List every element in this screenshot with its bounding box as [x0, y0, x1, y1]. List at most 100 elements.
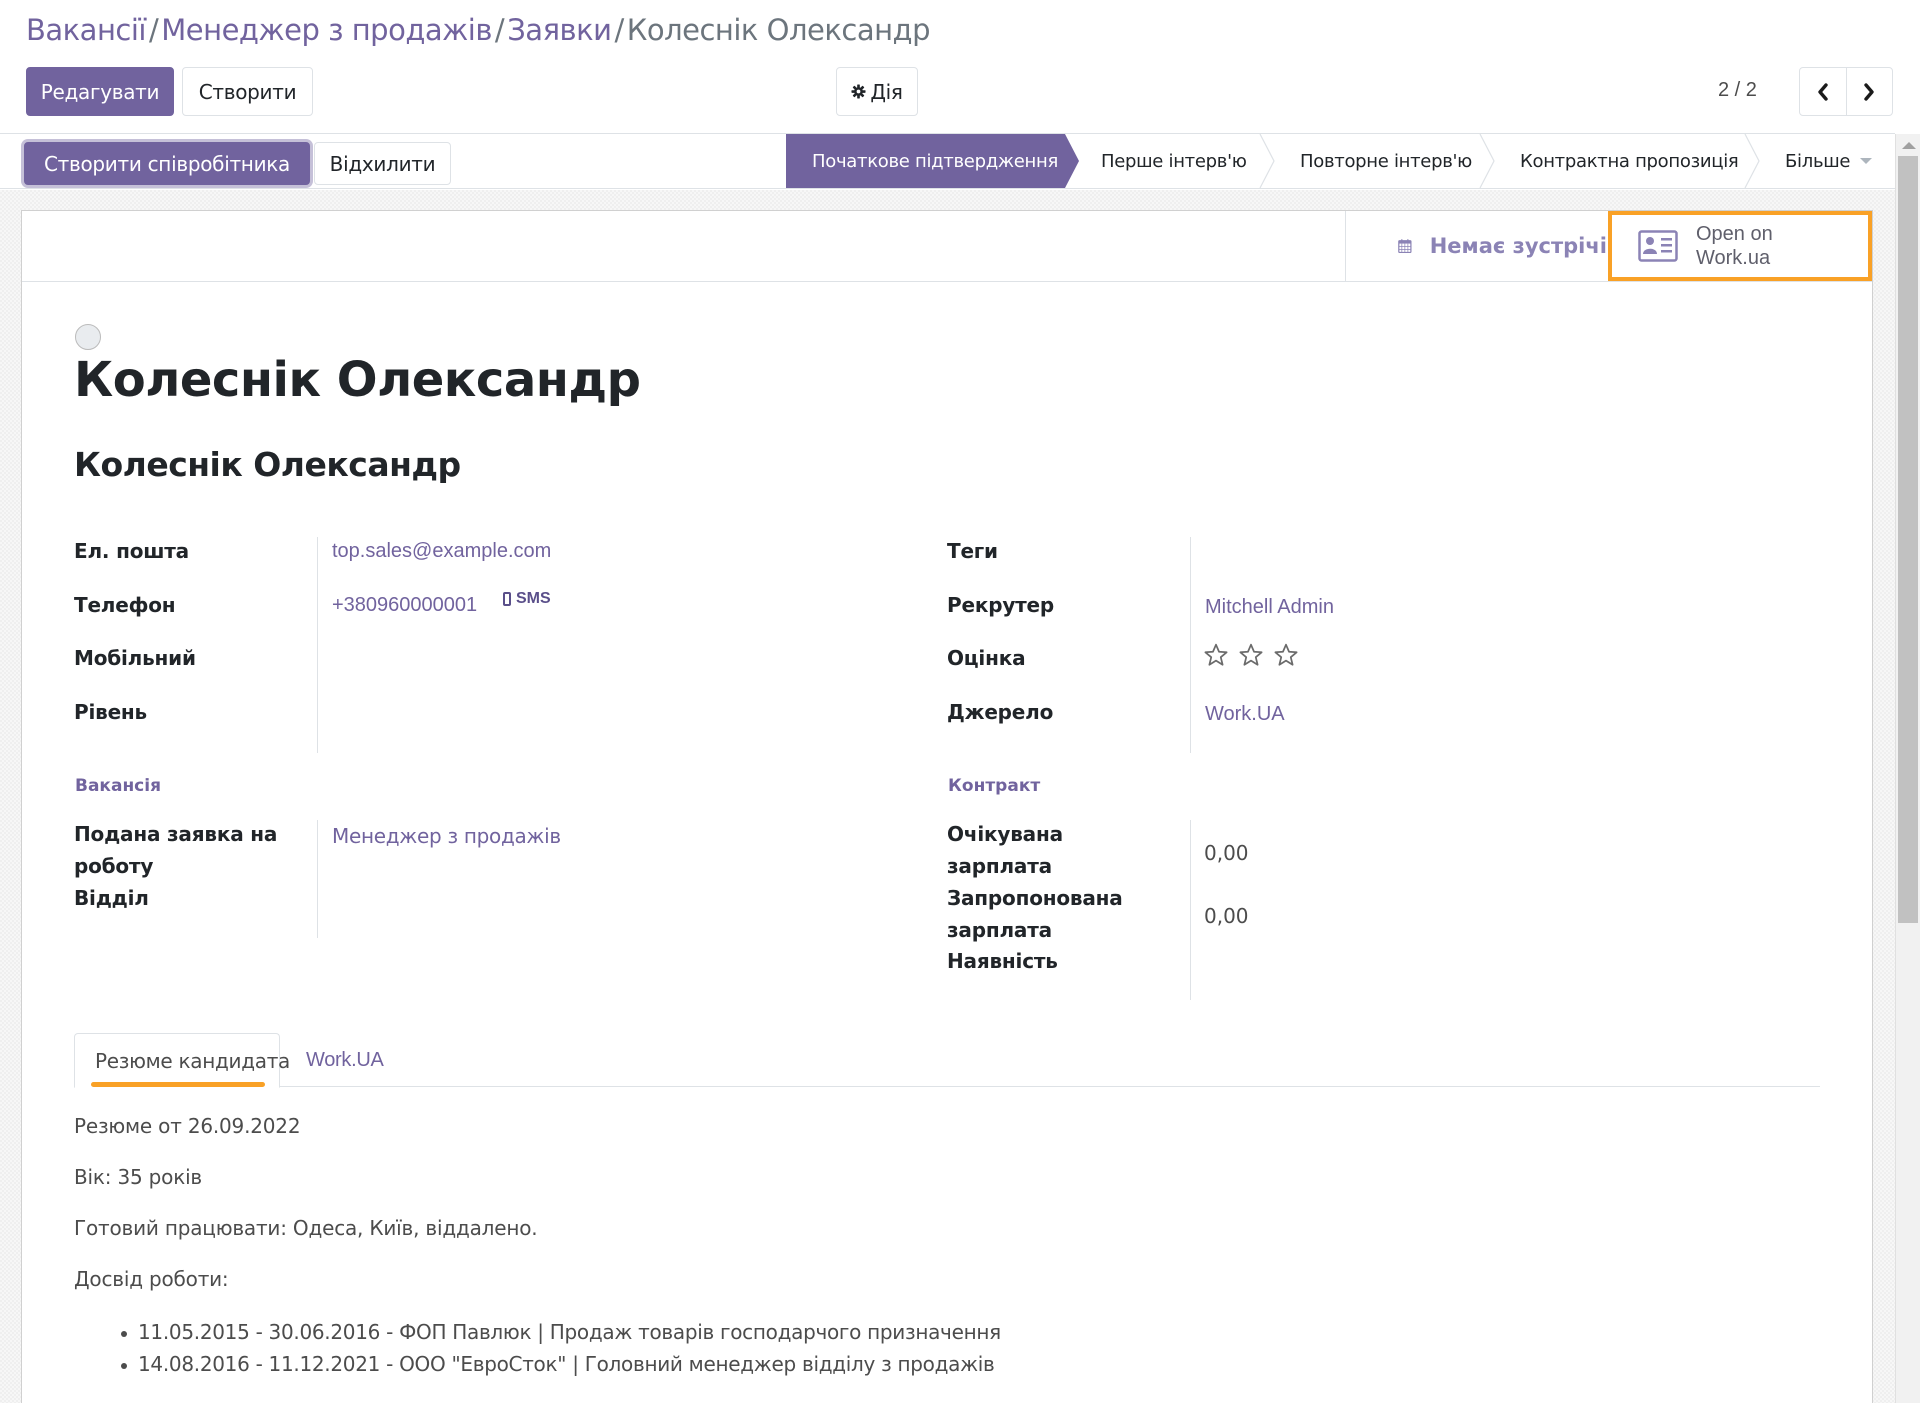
stage-more-dropdown[interactable]: Більше — [1760, 134, 1873, 188]
degree-label: Рівень — [74, 700, 147, 724]
list-item: 11.05.2015 - 30.06.2016 - ФОП Павлюк | П… — [118, 1316, 1001, 1348]
tab-workua[interactable]: Work.UA — [306, 1033, 384, 1087]
phone-label: Телефон — [74, 593, 176, 617]
field-separator — [317, 820, 318, 938]
recruiter-label: Рекрутер — [947, 593, 1055, 617]
stage-separator — [1479, 134, 1495, 188]
resume-experience-heading: Досвід роботи: — [74, 1267, 229, 1291]
stage-bar: Початкове підтвердження Перше інтерв'ю П… — [786, 134, 1873, 188]
priority-toggle[interactable] — [75, 324, 101, 350]
section-job: Вакансія — [75, 776, 162, 796]
stage-second-interview[interactable]: Повторне інтерв'ю — [1275, 134, 1495, 188]
scrollbar[interactable] — [1895, 134, 1920, 1403]
meetings-label: Немає зустрічі — [1429, 234, 1607, 258]
field-separator — [1190, 820, 1191, 1000]
experience-list: 11.05.2015 - 30.06.2016 - ФОП Павлюк | П… — [118, 1316, 1001, 1380]
create-button[interactable]: Створити — [182, 67, 313, 116]
stage-label: Повторне інтерв'ю — [1300, 150, 1473, 172]
gear-icon — [851, 84, 866, 99]
phone-field[interactable]: +380960000001 — [332, 589, 477, 621]
workua-label-line2: Work.ua — [1696, 247, 1771, 269]
breadcrumb-item-jobs[interactable]: Вакансії — [26, 13, 146, 47]
chevron-right-icon — [1864, 82, 1874, 101]
action-label: Дія — [870, 79, 903, 104]
notebook-tabs: Резюме кандидата Work.UA — [74, 1033, 1820, 1088]
star-icon[interactable] — [1273, 642, 1299, 668]
stage-label: Контрактна пропозиція — [1520, 150, 1739, 172]
section-contract: Контракт — [948, 776, 1041, 796]
pager-previous-button[interactable] — [1800, 68, 1846, 115]
scrollbar-thumb[interactable] — [1898, 156, 1918, 923]
open-on-workua-button[interactable]: Open on Work.ua — [1608, 211, 1872, 281]
tags-field[interactable] — [1205, 535, 1705, 567]
source-field[interactable]: Work.UA — [1205, 698, 1285, 730]
stage-separator — [1259, 134, 1275, 188]
sms-label: SMS — [516, 590, 551, 607]
breadcrumb-item-job[interactable]: Менеджер з продажів — [161, 13, 492, 47]
workua-label: Open on Work.ua — [1696, 222, 1773, 270]
star-icon[interactable] — [1203, 642, 1229, 668]
button-box: Немає зустрічі Open on Work.ua — [22, 211, 1872, 282]
stage-label: Початкове підтвердження — [812, 150, 1058, 172]
tab-label: Резюме кандидата — [95, 1048, 291, 1073]
resume-age: Вік: 35 років — [74, 1165, 203, 1189]
breadcrumb-separator: / — [614, 13, 624, 47]
email-field[interactable]: top.sales@example.com — [332, 535, 551, 567]
availability-field[interactable] — [1204, 945, 1704, 977]
mobile-label: Мобільний — [74, 646, 196, 670]
applied-job-label-line1: Подана заявка на — [74, 822, 278, 846]
breadcrumb-separator: / — [494, 13, 505, 47]
stage-initial-qualification[interactable]: Початкове підтвердження — [786, 134, 1079, 188]
stage-label: Перше інтерв'ю — [1101, 150, 1247, 172]
meetings-button[interactable]: Немає зустрічі — [1345, 211, 1607, 281]
mobile-field[interactable] — [332, 642, 832, 674]
stage-contract-proposal[interactable]: Контрактна пропозиція — [1495, 134, 1760, 188]
tab-resume[interactable]: Резюме кандидата — [74, 1033, 290, 1088]
tab-label: Work.UA — [306, 1048, 384, 1071]
degree-field[interactable] — [332, 696, 832, 728]
breadcrumb-separator: / — [148, 13, 159, 47]
field-separator — [317, 537, 318, 753]
applied-job-label-line2: роботу — [74, 854, 154, 878]
mobile-phone-icon — [503, 592, 511, 606]
stage-more-label: Більше — [1785, 150, 1851, 172]
star-icon[interactable] — [1238, 642, 1264, 668]
proposed-salary-field[interactable]: 0,00 — [1204, 900, 1249, 932]
list-item: 14.08.2016 - 11.12.2021 - ООО "ЕвроСток"… — [118, 1348, 1001, 1380]
active-tab-indicator — [91, 1082, 265, 1087]
record-subtitle[interactable]: Колеснік Олександр — [74, 445, 461, 484]
resume-date: Резюме от 26.09.2022 — [74, 1114, 301, 1138]
breadcrumb: Вакансії / Менеджер з продажів / Заявки / Коле… — [26, 10, 931, 50]
workua-label-line1: Open on — [1696, 223, 1773, 245]
expected-salary-field[interactable]: 0,00 — [1204, 837, 1249, 869]
breadcrumb-current: Колеснік Олександр — [626, 13, 931, 47]
applied-job-field[interactable]: Менеджер з продажів — [332, 820, 561, 852]
record-title[interactable]: Колеснік Олександр — [74, 352, 641, 408]
expected-salary-label-line1: Очікувана — [947, 822, 1063, 846]
availability-label: Наявність — [947, 949, 1058, 973]
create-employee-button[interactable]: Створити співробітника — [24, 142, 310, 185]
department-label: Відділ — [74, 886, 149, 910]
scroll-up-arrow-icon[interactable] — [1902, 142, 1916, 149]
refuse-button[interactable]: Відхилити — [314, 142, 451, 185]
applied-job-label: Подана заявка на роботу — [74, 818, 277, 882]
action-button[interactable]: Дія — [836, 67, 918, 116]
statusbar: Створити співробітника Відхилити Початко… — [0, 134, 1895, 189]
caret-down-icon — [1860, 158, 1873, 164]
edit-button[interactable]: Редагувати — [26, 67, 174, 116]
evaluation-stars — [1203, 642, 1299, 668]
stage-first-interview[interactable]: Перше інтерв'ю — [1079, 134, 1275, 188]
resume-locations: Готовий працювати: Одеса, Київ, віддален… — [74, 1216, 538, 1240]
field-separator — [1190, 537, 1191, 753]
proposed-salary-label: Запропонована зарплата — [947, 882, 1123, 946]
pager-next-button[interactable] — [1845, 68, 1893, 115]
recruiter-field[interactable]: Mitchell Admin — [1205, 591, 1334, 623]
pager-value[interactable]: 2 / 2 — [1718, 72, 1757, 108]
breadcrumb-item-applications[interactable]: Заявки — [507, 13, 612, 47]
proposed-salary-label-line2: зарплата — [947, 918, 1052, 942]
send-sms-button[interactable]: SMS — [503, 590, 551, 608]
department-field[interactable] — [332, 882, 832, 914]
calendar-icon — [1398, 239, 1412, 254]
stage-separator — [1744, 134, 1760, 188]
pager-buttons — [1799, 67, 1893, 116]
